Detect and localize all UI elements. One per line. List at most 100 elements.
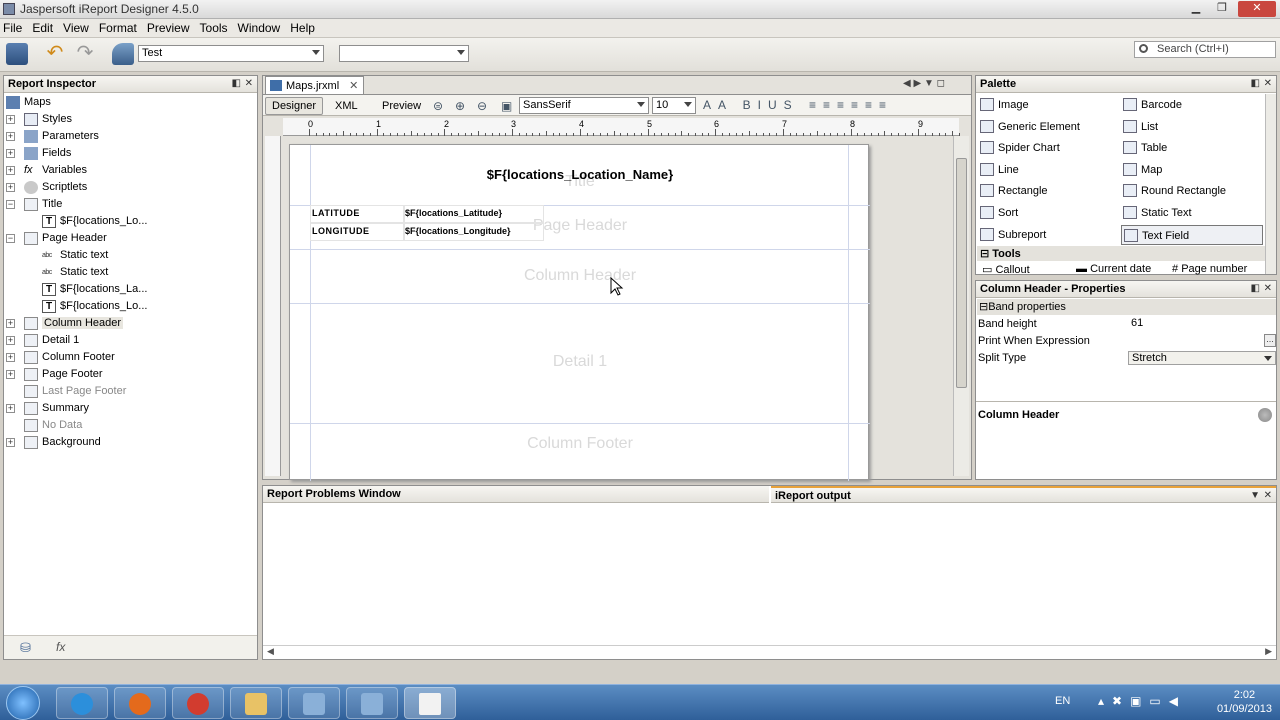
band-height-input[interactable]: 61 <box>1128 317 1276 331</box>
search-input[interactable]: Search (Ctrl+I) <box>1134 41 1276 58</box>
save-all-icon[interactable] <box>6 43 28 65</box>
palette-tool-current-date[interactable]: ▬ Current date <box>1076 263 1151 275</box>
editor-vertical-scrollbar[interactable] <box>953 136 969 476</box>
report-problems-tab[interactable]: Report Problems Window <box>263 486 769 503</box>
inspector-item[interactable]: + Column Header <box>4 315 257 332</box>
expand-icon[interactable]: + <box>6 336 15 345</box>
language-indicator[interactable]: EN <box>1055 695 1070 707</box>
tab-close-icon[interactable]: ✕ <box>349 80 358 92</box>
latitude-text-field[interactable]: $F{locations_Latitude} <box>404 205 544 223</box>
inspector-fx-icon[interactable]: fx <box>56 640 65 654</box>
properties-minimize-icon[interactable]: ◧ <box>1251 283 1260 294</box>
inspector-item[interactable]: + Fields <box>4 145 257 162</box>
output-horizontal-scrollbar[interactable]: ◀ ▶ <box>263 645 1276 659</box>
datasource-icon[interactable] <box>112 43 134 65</box>
output-close-icon[interactable]: ✕ <box>1264 490 1272 501</box>
palette-tools-section[interactable]: ⊟ Tools <box>977 246 1265 261</box>
inspector-item[interactable]: abc Static text <box>4 247 257 264</box>
datasource-select[interactable]: Test <box>138 45 324 62</box>
minimize-button[interactable]: ▁ <box>1184 1 1208 17</box>
inspector-item[interactable]: + Scriptlets <box>4 179 257 196</box>
tab-designer[interactable]: Designer <box>265 97 324 115</box>
editor-scroll-thumb[interactable] <box>956 158 967 388</box>
start-button[interactable] <box>6 686 40 720</box>
palette-item[interactable]: Image <box>978 95 1120 115</box>
expand-icon[interactable]: + <box>6 370 15 379</box>
expand-icon[interactable]: + <box>6 115 15 124</box>
split-type-select[interactable]: Stretch <box>1128 351 1276 365</box>
menu-format[interactable]: Format <box>96 19 137 35</box>
zoom-in-icon[interactable]: ⊕ <box>455 99 465 113</box>
inspector-item[interactable]: − Title <box>4 196 257 213</box>
inspector-item[interactable]: T $F{locations_Lo... <box>4 213 257 230</box>
inspector-item[interactable]: No Data <box>4 417 257 434</box>
collapse-icon[interactable]: − <box>6 234 15 243</box>
menu-help[interactable]: Help <box>287 19 315 35</box>
palette-item[interactable]: Subreport <box>978 225 1120 245</box>
menu-file[interactable]: File <box>0 19 22 35</box>
menu-window[interactable]: Window <box>235 19 281 35</box>
latitude-static-text[interactable]: LATITUDE <box>310 205 404 223</box>
tab-preview[interactable]: Preview <box>376 98 427 116</box>
format-buttons-icon[interactable]: AA BIUS ≡≡≡≡≡≡ <box>703 98 893 112</box>
palette-item[interactable]: Static Text <box>1121 203 1263 223</box>
expand-icon[interactable]: + <box>6 149 15 158</box>
print-when-expression-input[interactable] <box>1128 334 1276 348</box>
expand-icon[interactable]: + <box>6 132 15 141</box>
palette-item[interactable]: List <box>1121 117 1263 137</box>
palette-close-icon[interactable]: ✕ <box>1264 78 1272 89</box>
palette-item[interactable]: Rectangle <box>978 181 1120 201</box>
inspector-item[interactable]: abc Static text <box>4 264 257 281</box>
zoom-fit-icon[interactable]: ⊜ <box>433 99 443 113</box>
maximize-button[interactable]: ❐ <box>1210 1 1234 17</box>
inspector-item[interactable]: + Styles <box>4 111 257 128</box>
close-button[interactable]: ✕ <box>1238 1 1276 17</box>
taskbar-firefox[interactable] <box>114 687 166 719</box>
menu-tools[interactable]: Tools <box>197 19 228 35</box>
taskbar-ie[interactable] <box>56 687 108 719</box>
font-family-select[interactable]: SansSerif <box>519 97 649 114</box>
palette-item[interactable]: Round Rectangle <box>1121 181 1263 201</box>
inspector-item[interactable]: + Detail 1 <box>4 332 257 349</box>
inspector-item[interactable]: + Background <box>4 434 257 451</box>
tab-maps-jrxml[interactable]: Maps.jrxml ✕ <box>265 76 365 94</box>
report-page[interactable]: Title Page Header Column Header Detail 1… <box>289 144 870 481</box>
menu-preview[interactable]: Preview <box>144 19 190 35</box>
output-minimize-icon[interactable]: ▼ <box>1250 490 1260 501</box>
redo-icon[interactable]: ↷ <box>74 43 96 65</box>
tray-icons[interactable]: ▴✖▣▭◀ <box>1098 694 1186 708</box>
palette-scrollbar[interactable] <box>1265 94 1276 274</box>
inspector-item[interactable]: + Page Footer <box>4 366 257 383</box>
palette-item[interactable]: Text Field <box>1121 224 1263 245</box>
inspector-item[interactable]: T $F{locations_La... <box>4 281 257 298</box>
palette-item[interactable]: Line <box>978 160 1120 180</box>
palette-item[interactable]: Generic Element <box>978 117 1120 137</box>
secondary-select[interactable] <box>339 45 469 62</box>
palette-tool-callout[interactable]: ▭ Callout <box>982 263 1030 276</box>
inspector-item[interactable]: + fx Variables <box>4 162 257 179</box>
palette-item[interactable]: Barcode <box>1121 95 1263 115</box>
taskbar-app-2[interactable] <box>346 687 398 719</box>
palette-item[interactable]: Spider Chart <box>978 138 1120 158</box>
expand-icon[interactable]: + <box>6 319 15 328</box>
system-clock[interactable]: 2:02 01/09/2013 <box>1217 688 1272 716</box>
taskbar-ireport[interactable] <box>404 687 456 719</box>
palette-tool-page-number[interactable]: # Page number <box>1172 263 1247 275</box>
expand-icon[interactable]: + <box>6 183 15 192</box>
inspector-close-icon[interactable]: ✕ <box>245 78 253 89</box>
help-icon[interactable] <box>1258 408 1272 422</box>
title-text-field[interactable]: $F{locations_Location_Name} <box>390 167 770 182</box>
inspector-datasource-icon[interactable]: ⛁ <box>20 640 31 656</box>
expression-editor-button[interactable]: … <box>1264 334 1276 347</box>
taskbar-app-1[interactable] <box>288 687 340 719</box>
tab-nav-arrows[interactable]: ◀ ▶ ▼ ◻ <box>903 78 945 89</box>
palette-item[interactable]: Table <box>1121 138 1263 158</box>
palette-minimize-icon[interactable]: ◧ <box>1251 78 1260 89</box>
inspector-item[interactable]: Last Page Footer <box>4 383 257 400</box>
taskbar-chrome[interactable] <box>172 687 224 719</box>
longitude-text-field[interactable]: $F{locations_Longitude} <box>404 223 544 241</box>
longitude-static-text[interactable]: LONGITUDE <box>310 223 404 241</box>
palette-item[interactable]: Sort <box>978 203 1120 223</box>
inspector-item[interactable]: + Parameters <box>4 128 257 145</box>
expand-icon[interactable]: + <box>6 438 15 447</box>
